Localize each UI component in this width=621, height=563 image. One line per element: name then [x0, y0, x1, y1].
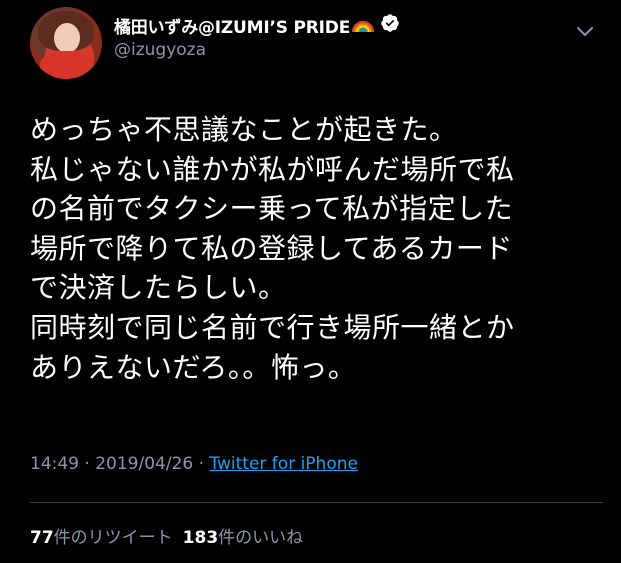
tweet-text-line: めっちゃ不思議なことが起きた。	[30, 113, 458, 146]
retweets-count: 77	[30, 528, 54, 548]
tweet-text-line: 場所で降りて私の登録してあるカード	[30, 231, 513, 265]
retweets-stat[interactable]: 77件のリツイート	[30, 528, 173, 548]
avatar[interactable]	[30, 7, 102, 79]
tweet-date: 2019/04/26	[95, 454, 194, 474]
tweet-source-link[interactable]: Twitter for iPhone	[209, 454, 358, 474]
tweet-meta: 14:49 · 2019/04/26 · Twitter for iPhone	[30, 454, 358, 474]
verified-badge-icon	[374, 13, 400, 37]
chevron-down-icon[interactable]	[574, 20, 596, 42]
tweet-text-line: 私じゃない誰かが私が呼んだ場所で私	[30, 152, 515, 186]
avatar-clothing	[40, 51, 94, 79]
meta-separator: ·	[79, 454, 96, 474]
tweet-time: 14:49	[30, 454, 79, 474]
avatar-face	[54, 23, 80, 53]
retweets-label: 件のリツイート	[53, 528, 173, 548]
tweet-text-line: 同時刻で同じ名前で行き場所一緒とか	[30, 310, 515, 344]
likes-label: 件のいいね	[218, 528, 304, 548]
tweet-stats: 77件のリツイート 183件のいいね	[30, 523, 303, 548]
author-handle[interactable]: @izugyoza	[114, 40, 206, 60]
likes-count: 183	[182, 528, 219, 548]
tweet-card: 橘田いずみ@IZUMI’S PRIDE @izugyoza めっちゃ不思議なこと…	[0, 0, 621, 563]
tweet-text: めっちゃ不思議なことが起きた。 私じゃない誰かが私が呼んだ場所で私 の名前でタク…	[30, 110, 610, 387]
tweet-text-line: で決済したらしい。	[30, 271, 287, 305]
likes-stat[interactable]: 183件のいいね	[183, 528, 304, 548]
rainbow-flag-icon	[352, 18, 375, 33]
meta-separator: ·	[193, 454, 210, 474]
tweet-text-line: の名前でタクシー乗って私が指定した	[30, 192, 514, 226]
tweet-text-line: ありえないだろ。。怖っ。	[30, 350, 357, 384]
author-name-row[interactable]: 橘田いずみ@IZUMI’S PRIDE	[114, 13, 400, 38]
divider	[30, 502, 603, 503]
display-name[interactable]: 橘田いずみ@IZUMI’S PRIDE	[114, 13, 350, 38]
